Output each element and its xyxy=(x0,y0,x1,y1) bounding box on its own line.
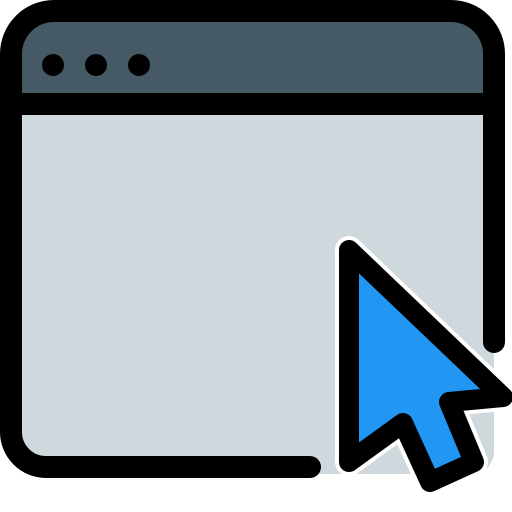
window-dot-maximize xyxy=(128,54,150,76)
window-dot-close xyxy=(42,54,64,76)
window-dot-minimize xyxy=(85,54,107,76)
browser-window-cursor-icon xyxy=(0,0,512,496)
title-bar-divider xyxy=(10,93,504,115)
window-control-dots xyxy=(42,54,150,76)
